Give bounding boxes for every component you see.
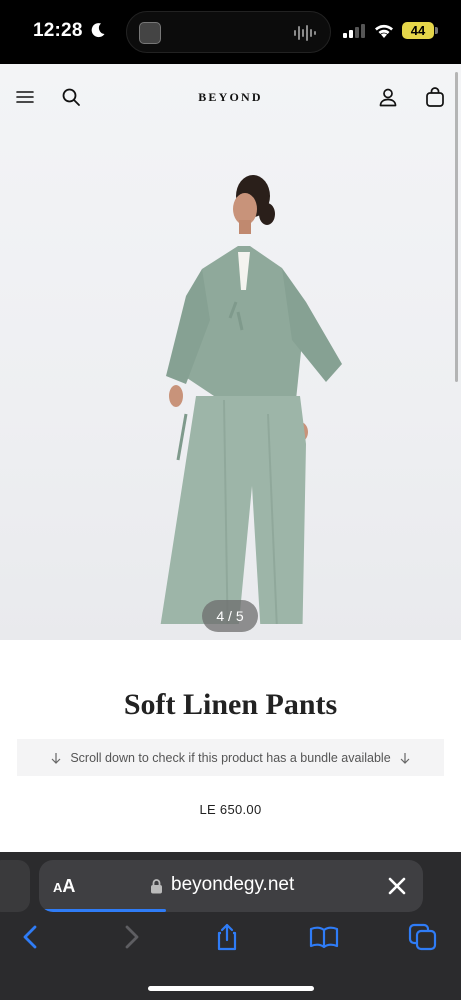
bundle-notice-text: Scroll down to check if this product has… — [70, 750, 391, 765]
browser-toolbar — [0, 922, 461, 956]
gallery-pager: 4 / 5 — [202, 600, 258, 632]
arrow-down-icon — [51, 752, 61, 764]
battery-indicator: 44 — [402, 22, 434, 39]
aa-large-letter: A — [62, 876, 76, 896]
arrow-down-icon — [400, 752, 410, 764]
battery-tip — [435, 27, 438, 34]
web-page: BEYOND 4 / 5 Soft Linen Pants Scroll dow… — [0, 64, 461, 852]
back-icon[interactable] — [16, 922, 46, 952]
account-icon[interactable] — [377, 86, 399, 108]
dynamic-island[interactable] — [126, 11, 331, 53]
page-load-progress-fill — [39, 909, 166, 912]
product-image-gallery[interactable]: BEYOND 4 / 5 — [0, 64, 461, 640]
wifi-icon — [375, 24, 393, 38]
address-bar[interactable]: AA beyondegy.net — [39, 860, 423, 912]
safari-bottom-bar: AA beyondegy.net — [0, 852, 461, 1000]
product-photo — [160, 175, 342, 624]
close-icon[interactable] — [387, 876, 407, 896]
tabs-icon[interactable] — [408, 922, 438, 952]
product-price: LE 650.00 — [199, 802, 262, 817]
share-icon[interactable] — [212, 922, 242, 952]
bundle-notice[interactable]: Scroll down to check if this product has… — [17, 739, 444, 776]
product-title: Soft Linen Pants — [123, 688, 338, 721]
aa-small-letter: A — [53, 880, 63, 895]
previous-tab-preview[interactable] — [0, 860, 30, 912]
page-settings-button[interactable]: AA — [53, 876, 75, 897]
forward-icon[interactable] — [116, 922, 146, 952]
url-text[interactable]: beyondegy.net — [171, 874, 294, 896]
bookmarks-icon[interactable] — [309, 922, 339, 952]
bag-icon[interactable] — [424, 86, 446, 108]
moon-icon — [91, 23, 105, 38]
page-scrollbar[interactable] — [455, 72, 458, 382]
site-header: BEYOND — [0, 64, 461, 132]
status-bar: 12:28 44 — [0, 0, 461, 64]
cellular-signal-icon — [343, 24, 365, 38]
now-playing-artwork — [139, 22, 161, 44]
audio-waveform-icon — [294, 25, 316, 41]
lock-icon — [151, 879, 162, 894]
page-load-progress — [39, 909, 423, 912]
status-time: 12:28 — [33, 20, 83, 41]
home-indicator[interactable] — [148, 986, 314, 991]
